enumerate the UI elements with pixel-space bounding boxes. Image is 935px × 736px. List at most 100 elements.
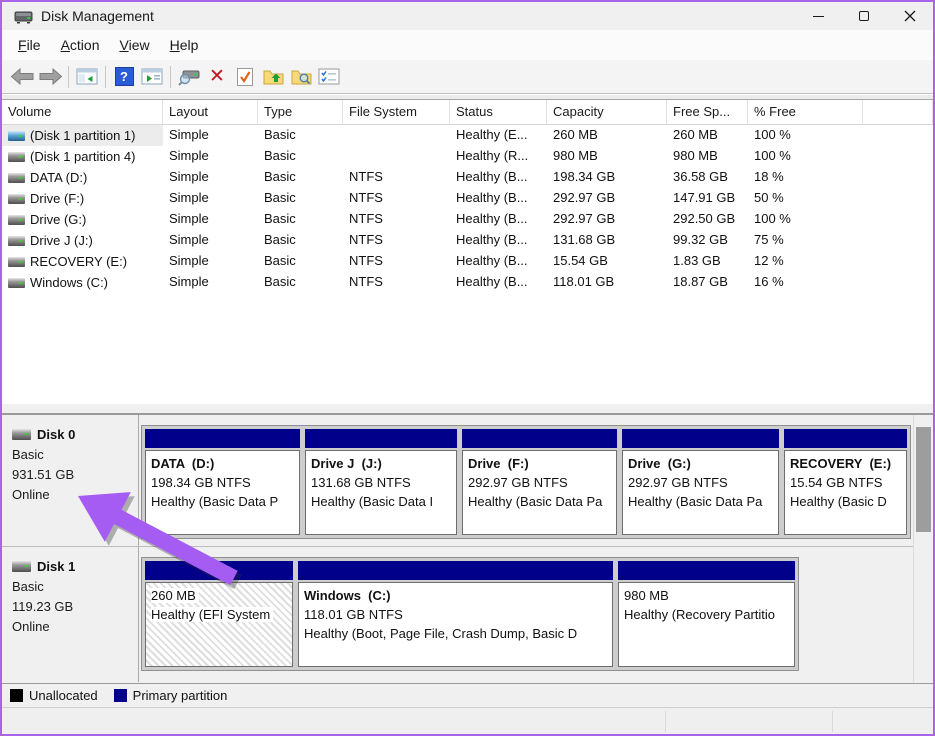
close-button[interactable] xyxy=(887,2,933,30)
drive-icon xyxy=(8,173,25,183)
partition-info: Drive (F:)292.97 GB NTFSHealthy (Basic D… xyxy=(462,450,617,535)
partition-text-line: DATA (D:) xyxy=(151,454,294,473)
delete-icon[interactable]: ✕ xyxy=(203,64,231,90)
partition[interactable]: 260 MBHealthy (EFI System xyxy=(145,561,293,667)
type-cell: Basic xyxy=(258,251,343,272)
disk-name: Disk 1 xyxy=(37,559,75,574)
status-cell: Healthy (B... xyxy=(450,251,547,272)
column-header-status[interactable]: Status xyxy=(450,100,547,124)
disk-info-line: Online xyxy=(12,617,138,637)
percent-free-cell: 18 % xyxy=(748,167,863,188)
partition-text-line: Healthy (Basic Data Pa xyxy=(468,492,611,511)
check-doc-icon[interactable] xyxy=(231,64,259,90)
partition-text-line: 980 MB xyxy=(624,586,789,605)
column-header-file-system[interactable]: File System xyxy=(343,100,450,124)
free-space-cell: 260 MB xyxy=(667,125,748,146)
column-header-volume[interactable]: Volume xyxy=(2,100,163,124)
volume-name-cell: Drive (G:) xyxy=(2,209,163,230)
partition[interactable]: Windows (C:)118.01 GB NTFSHealthy (Boot,… xyxy=(298,561,613,667)
disk-info-line: Online xyxy=(12,485,138,505)
volume-row[interactable]: DATA (D:)SimpleBasicNTFSHealthy (B...198… xyxy=(2,167,933,188)
partition-info: 980 MBHealthy (Recovery Partitio xyxy=(618,582,795,667)
capacity-cell: 198.34 GB xyxy=(547,167,667,188)
menu-file[interactable]: File xyxy=(8,33,51,57)
disk-search-icon[interactable] xyxy=(175,64,203,90)
file-system-cell xyxy=(343,125,450,146)
capacity-cell: 292.97 GB xyxy=(547,209,667,230)
vertical-scrollbar[interactable] xyxy=(913,415,933,683)
disk-label-1[interactable]: Disk 1Basic119.23 GBOnline xyxy=(2,547,139,682)
menu-action[interactable]: Action xyxy=(51,33,110,57)
column-header-free[interactable]: % Free xyxy=(748,100,863,124)
partition-color-bar xyxy=(305,429,457,448)
free-space-cell: 292.50 GB xyxy=(667,209,748,230)
free-space-cell: 147.91 GB xyxy=(667,188,748,209)
partition-color-bar xyxy=(618,561,795,580)
partition[interactable]: DATA (D:)198.34 GB NTFSHealthy (Basic Da… xyxy=(145,429,300,535)
volume-row[interactable]: Drive (G:)SimpleBasicNTFSHealthy (B...29… xyxy=(2,209,933,230)
partition-text-line: Healthy (Boot, Page File, Crash Dump, Ba… xyxy=(304,624,607,643)
free-space-cell: 36.58 GB xyxy=(667,167,748,188)
partition[interactable]: Drive (G:)292.97 GB NTFSHealthy (Basic D… xyxy=(622,429,779,535)
scrollbar-thumb[interactable] xyxy=(916,427,931,532)
partition[interactable]: Drive J (J:)131.68 GB NTFSHealthy (Basic… xyxy=(305,429,457,535)
minimize-button[interactable] xyxy=(795,2,841,30)
volume-table-header: VolumeLayoutTypeFile SystemStatusCapacit… xyxy=(2,100,933,125)
forward-icon[interactable] xyxy=(36,64,64,90)
file-system-cell: NTFS xyxy=(343,230,450,251)
volume-row[interactable]: Windows (C:)SimpleBasicNTFSHealthy (B...… xyxy=(2,272,933,293)
volume-row[interactable]: Drive (F:)SimpleBasicNTFSHealthy (B...29… xyxy=(2,188,933,209)
disk-label-0[interactable]: Disk 0Basic931.51 GBOnline xyxy=(2,415,139,546)
partition[interactable]: 980 MBHealthy (Recovery Partitio xyxy=(618,561,795,667)
partition-text-line: Healthy (Basic D xyxy=(790,492,901,511)
partition-color-bar xyxy=(622,429,779,448)
maximize-button[interactable] xyxy=(841,2,887,30)
drive-icon xyxy=(8,278,25,288)
column-header-layout[interactable]: Layout xyxy=(163,100,258,124)
action-pane-icon[interactable] xyxy=(138,64,166,90)
column-header-type[interactable]: Type xyxy=(258,100,343,124)
folder-up-icon[interactable] xyxy=(259,64,287,90)
layout-cell: Simple xyxy=(163,167,258,188)
partition-text-line: 131.68 GB NTFS xyxy=(311,473,451,492)
type-cell: Basic xyxy=(258,167,343,188)
capacity-cell: 260 MB xyxy=(547,125,667,146)
filler-cell xyxy=(863,209,933,230)
menu-help[interactable]: Help xyxy=(160,33,209,57)
file-system-cell: NTFS xyxy=(343,251,450,272)
volume-table: (Disk 1 partition 1)SimpleBasicHealthy (… xyxy=(2,125,933,293)
free-space-cell: 18.87 GB xyxy=(667,272,748,293)
minimize-icon xyxy=(813,16,824,17)
capacity-cell: 15.54 GB xyxy=(547,251,667,272)
volume-row[interactable]: Drive J (J:)SimpleBasicNTFSHealthy (B...… xyxy=(2,230,933,251)
folder-search-icon[interactable] xyxy=(287,64,315,90)
toolbar-separator xyxy=(170,66,171,88)
volume-name-cell: Drive (F:) xyxy=(2,188,163,209)
disk-info-line: Basic xyxy=(12,577,138,597)
toolbar-separator xyxy=(68,66,69,88)
back-icon[interactable] xyxy=(8,64,36,90)
pane-splitter[interactable] xyxy=(2,403,933,415)
column-header-free-sp[interactable]: Free Sp... xyxy=(667,100,748,124)
console-tree-icon[interactable] xyxy=(73,64,101,90)
close-icon xyxy=(904,10,916,22)
partition-text-line: 292.97 GB NTFS xyxy=(628,473,773,492)
percent-free-cell: 100 % xyxy=(748,125,863,146)
volume-row[interactable]: (Disk 1 partition 1)SimpleBasicHealthy (… xyxy=(2,125,933,146)
status-cell: Healthy (B... xyxy=(450,209,547,230)
partition[interactable]: RECOVERY (E:)15.54 GB NTFSHealthy (Basic… xyxy=(784,429,907,535)
menu-view[interactable]: View xyxy=(110,33,160,57)
partition[interactable]: Drive (F:)292.97 GB NTFSHealthy (Basic D… xyxy=(462,429,617,535)
percent-free-cell: 12 % xyxy=(748,251,863,272)
help-icon[interactable]: ? xyxy=(110,64,138,90)
volume-row[interactable]: RECOVERY (E:)SimpleBasicNTFSHealthy (B..… xyxy=(2,251,933,272)
partition-text-line: Drive J (J:) xyxy=(311,454,451,473)
volume-row[interactable]: (Disk 1 partition 4)SimpleBasicHealthy (… xyxy=(2,146,933,167)
column-header-capacity[interactable]: Capacity xyxy=(547,100,667,124)
layout-cell: Simple xyxy=(163,272,258,293)
filler-cell xyxy=(863,230,933,251)
checklist-icon[interactable] xyxy=(315,64,343,90)
file-system-cell: NTFS xyxy=(343,209,450,230)
percent-free-cell: 16 % xyxy=(748,272,863,293)
disk-graph-1: 260 MBHealthy (EFI SystemWindows (C:)118… xyxy=(141,557,799,671)
